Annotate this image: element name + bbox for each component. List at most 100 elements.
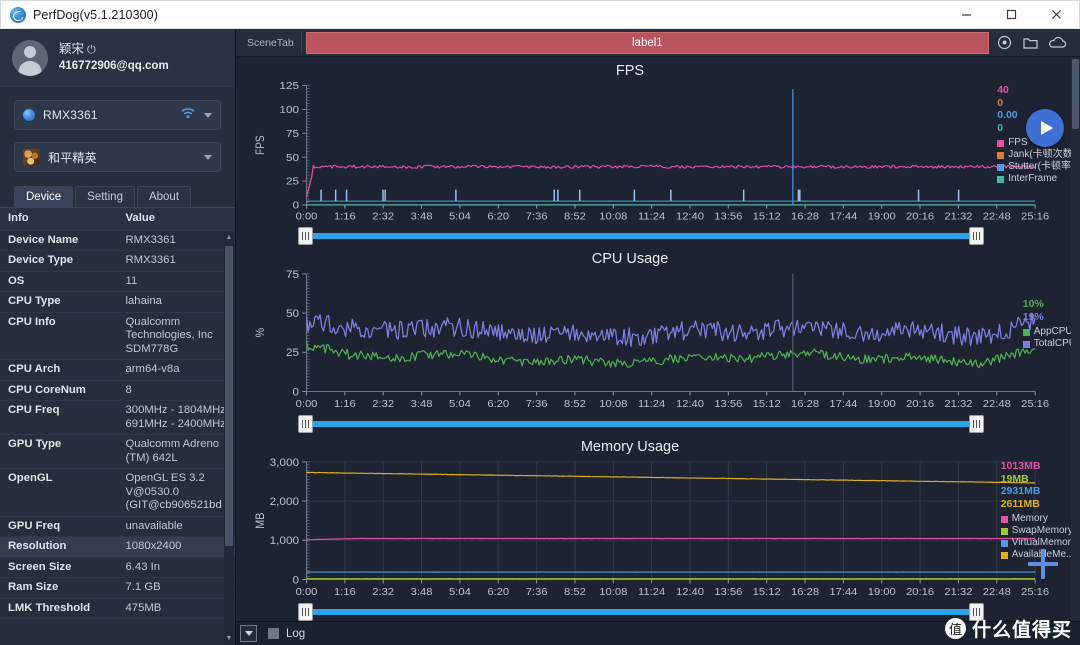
slider-handle-left[interactable] [298, 603, 313, 621]
slider-handle-left[interactable] [298, 415, 313, 433]
scene-label-bar[interactable]: label1 [305, 31, 989, 54]
x-tick-label: 12:40 [676, 587, 704, 598]
x-tick-label: 17:44 [829, 587, 857, 598]
row-value: 7.1 GB [117, 577, 235, 599]
x-tick-label: 6:20 [487, 212, 509, 222]
table-row[interactable]: CPU Info Qualcomm Technologies, Inc SDM77… [0, 312, 235, 360]
x-tick-label: 10:08 [599, 399, 627, 410]
row-value: 6.43 In [117, 557, 235, 578]
row-value: OpenGL ES 3.2 V@0530.0 (GIT@cb906521bd [117, 468, 235, 517]
y-tick-label: 100 [279, 105, 299, 116]
scene-bar-icons [993, 35, 1076, 50]
chart-cpu-slider[interactable] [236, 415, 1080, 433]
row-value: unavailable [117, 516, 235, 537]
series-line [306, 537, 1036, 541]
chart-memory-plot[interactable]: 0 1,000 2,000 3,000 MB 0:00 1:16 2:32 3:48 5:04 6:… [236, 456, 1080, 603]
tab-about[interactable]: About [136, 186, 192, 207]
x-tick-label: 15:12 [753, 212, 781, 222]
scene-tab[interactable]: SceneTab [240, 31, 302, 54]
row-key: Device Name [0, 230, 118, 251]
x-tick-label: 21:32 [944, 212, 972, 222]
app-select[interactable]: 和平精英 [14, 142, 221, 172]
log-checkbox[interactable] [268, 628, 279, 639]
chart-fps-slider[interactable] [236, 227, 1080, 245]
user-panel: 颖宋 ⏻ 416772906@qq.com [0, 29, 235, 87]
x-tick-label: 7:36 [526, 212, 548, 222]
sidebar-scrollbar[interactable]: ▲ ▼ [224, 232, 234, 645]
x-tick-label: 21:32 [944, 587, 972, 598]
x-tick-label: 25:16 [1021, 587, 1049, 598]
tab-device[interactable]: Device [14, 186, 74, 207]
chart-cpu-plot[interactable]: 0 25 50 75% 0:00 1:16 2:32 3:48 5:04 6:20 7:36 8:52… [236, 268, 1080, 415]
chart-fps-plot[interactable]: 0 25 50 75 100 125 FPS 0:00 1:16 2:32 3:48 5:04 6:20… [236, 80, 1080, 227]
row-key: GPU Freq [0, 516, 118, 537]
x-tick-label: 13:56 [714, 399, 742, 410]
y-tick-label: 0 [292, 200, 299, 211]
x-tick-label: 25:16 [1021, 212, 1049, 222]
col-info: Info [0, 208, 118, 231]
device-select[interactable]: RMX3361 [14, 100, 221, 130]
row-key: Resolution [0, 536, 118, 558]
x-tick-label: 16:28 [791, 587, 819, 598]
x-tick-label: 2:32 [372, 212, 394, 222]
x-tick-label: 20:16 [906, 587, 934, 598]
chart-memory: Memory Usage 0 1,000 2,000 3,000 MB 0:00 1:16 2… [236, 433, 1080, 621]
power-icon[interactable]: ⏻ [87, 44, 96, 56]
table-row[interactable]: GPU Freq unavailable [0, 516, 235, 537]
expand-button[interactable] [240, 625, 257, 642]
cloud-icon[interactable] [1049, 36, 1066, 49]
slider-handle-left[interactable] [298, 227, 313, 245]
series-line [305, 312, 1036, 348]
table-row[interactable]: OpenGL OpenGL ES 3.2 V@0530.0 (GIT@cb9065… [0, 468, 235, 517]
table-row[interactable]: GPU Type Qualcomm Adreno (TM) 642L [0, 434, 235, 469]
slider-track[interactable] [302, 421, 980, 427]
device-select-value: RMX3361 [43, 108, 98, 122]
chevron-down-icon[interactable] [204, 112, 212, 118]
chevron-down-icon[interactable] [204, 154, 212, 160]
slider-handle-right[interactable] [969, 227, 984, 245]
y-tick-label: 50 [286, 153, 299, 164]
location-icon[interactable] [997, 35, 1012, 50]
x-tick-label: 0:00 [296, 399, 318, 410]
x-tick-label: 3:48 [411, 399, 433, 410]
close-button[interactable] [1034, 0, 1079, 29]
user-email: 416772906@qq.com [59, 60, 169, 72]
scrollbar-thumb[interactable] [1072, 59, 1079, 129]
add-button[interactable] [1028, 549, 1058, 579]
x-tick-label: 25:16 [1021, 399, 1049, 410]
x-tick-label: 1:16 [334, 399, 356, 410]
scroll-up-icon[interactable]: ▲ [225, 234, 233, 242]
avatar [12, 39, 48, 76]
x-tick-label: 6:20 [487, 587, 509, 598]
table-row[interactable]: Device Type RMX3361 [0, 250, 235, 272]
main-scrollbar[interactable] [1071, 57, 1080, 621]
row-key: LMK Threshold [0, 598, 118, 619]
x-tick-label: 3:48 [411, 212, 433, 222]
table-row[interactable]: CPU CoreNum 8 [0, 380, 235, 401]
sidebar-tabs: Device Setting About [0, 186, 235, 208]
scroll-down-icon[interactable]: ▼ [225, 635, 233, 643]
y-tick-label: 75 [286, 129, 299, 140]
table-row[interactable]: CPU Type lahaina [0, 291, 235, 313]
tab-setting[interactable]: Setting [75, 186, 135, 207]
folder-icon[interactable] [1023, 36, 1038, 50]
scrollbar-thumb[interactable] [225, 246, 233, 546]
table-row[interactable]: Device Name RMX3361 [0, 230, 235, 251]
table-row[interactable]: Screen Size 6.43 In [0, 557, 235, 578]
table-row[interactable]: CPU Arch arm64-v8a [0, 359, 235, 381]
table-row[interactable]: LMK Threshold 475MB [0, 598, 235, 619]
table-row[interactable]: Resolution 1080x2400 [0, 536, 235, 558]
table-row[interactable]: CPU Freq 300MHz - 1804MHz 691MHz - 2400MH… [0, 400, 235, 435]
play-button[interactable] [1026, 109, 1064, 147]
maximize-button[interactable] [989, 0, 1034, 29]
slider-track[interactable] [302, 233, 980, 239]
table-row[interactable]: Ram Size 7.1 GB [0, 577, 235, 599]
x-tick-label: 2:32 [372, 587, 394, 598]
slider-handle-right[interactable] [969, 415, 984, 433]
main-panel: SceneTab label1 FPS 0 25 50 75 100 125 F… [236, 29, 1080, 645]
minimize-button[interactable] [944, 0, 989, 29]
slider-track[interactable] [302, 609, 980, 615]
x-tick-label: 13:56 [714, 587, 742, 598]
row-value: RMX3361 [117, 250, 235, 272]
table-row[interactable]: OS 11 [0, 271, 235, 292]
